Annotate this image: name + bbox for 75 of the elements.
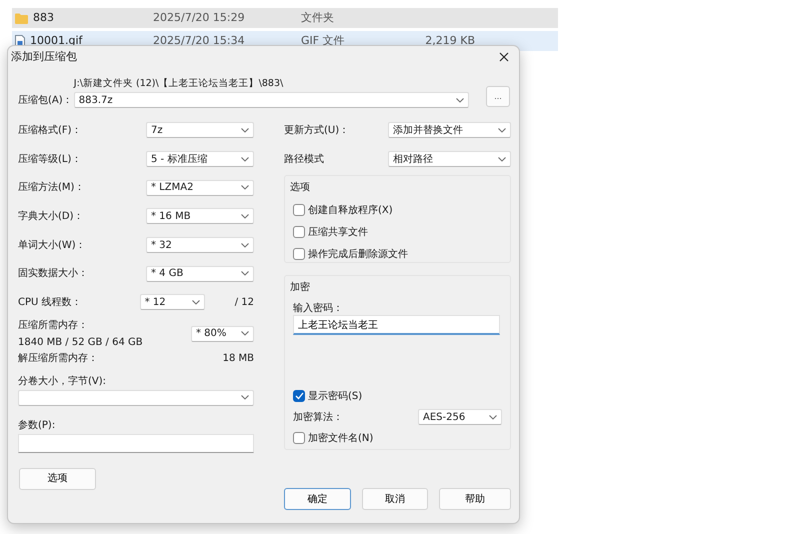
checkbox-label: 显示密码(S) (308, 390, 362, 404)
field-label: 固实数据大小： (18, 266, 88, 282)
chevron-down-icon (192, 300, 200, 305)
chevron-down-icon (241, 242, 249, 248)
dropdown[interactable]: 相对路径 (388, 151, 511, 168)
options-button[interactable]: 选项 (19, 468, 96, 490)
folder-icon (15, 12, 28, 24)
group-title: 加密 (290, 280, 311, 296)
dropdown[interactable]: * LZMA2 (146, 180, 254, 196)
memory-info: 1840 MB / 52 GB / 64 GB (18, 336, 143, 350)
field-label: 参数(P): (18, 420, 56, 431)
chevron-down-icon (456, 98, 464, 102)
dropdown[interactable]: 7z (146, 122, 254, 138)
thread-max: / 12 (234, 296, 254, 310)
file-size: 2,219 KB (425, 34, 475, 47)
chevron-down-icon (241, 185, 249, 190)
dropdown[interactable]: * 32 (146, 237, 254, 254)
checkbox-label: 压缩共享文件 (308, 226, 368, 240)
field-label: 压缩格式(F)： (18, 124, 82, 138)
dropdown[interactable]: 添加并替换文件 (388, 122, 511, 138)
checkbox[interactable] (293, 390, 305, 402)
file-type: GIF 文件 (301, 34, 345, 47)
chevron-down-icon (241, 214, 249, 219)
field-label: CPU 线程数： (18, 296, 82, 310)
field-label: 压缩等级(L)： (18, 152, 82, 167)
dialog-button[interactable]: 取消 (362, 488, 428, 510)
dropdown[interactable]: 883.7z (74, 92, 470, 108)
file-row[interactable]: 883 2025/7/20 15:29 文件夹 (12, 8, 558, 28)
file-name: 883 (33, 10, 54, 26)
field-label: 压缩包(A)： (18, 95, 73, 106)
chevron-down-icon (498, 156, 506, 162)
path-text: J:\新建文件夹 (12)\【上老王论坛当老王】\883\ (74, 77, 284, 91)
chevron-down-icon (241, 128, 249, 133)
dialog-button[interactable]: 帮助 (439, 488, 511, 510)
dialog-button[interactable]: 确定 (284, 488, 351, 510)
chevron-down-icon (241, 156, 249, 162)
chevron-down-icon (241, 271, 249, 276)
memory-value: 18 MB (222, 352, 254, 366)
dropdown[interactable] (18, 390, 254, 406)
chevron-down-icon (241, 331, 249, 336)
dropdown[interactable]: * 80% (191, 326, 254, 342)
group-title: 选项 (290, 180, 311, 196)
parameters-field[interactable] (18, 434, 254, 453)
checkbox[interactable] (293, 432, 305, 444)
checkbox[interactable] (293, 226, 305, 238)
dropdown[interactable]: * 12 (140, 294, 205, 310)
field-label: 单词大小(W)： (18, 238, 86, 253)
checkbox[interactable] (293, 204, 305, 216)
dropdown[interactable]: * 16 MB (146, 208, 254, 224)
window-title: 添加到压缩包 (11, 48, 77, 65)
field-label: 更新方式(U)： (284, 124, 350, 138)
field-label: 字典大小(D)： (18, 210, 84, 224)
field-label: 加密算法： (293, 410, 343, 425)
field-label: 输入密码： (293, 303, 343, 314)
file-type: 文件夹 (301, 10, 334, 24)
file-date: 2025/7/20 15:34 (153, 34, 245, 47)
dropdown[interactable]: AES-256 (418, 409, 502, 426)
checkbox-label: 创建自释放程序(X) (308, 204, 393, 218)
field-label: 压缩所需内存： (18, 318, 89, 333)
chevron-down-icon (498, 128, 506, 133)
checkbox[interactable] (293, 248, 305, 260)
chevron-down-icon (489, 414, 497, 420)
dropdown[interactable]: 5 - 标准压缩 (146, 151, 254, 168)
file-name: 10001.gif (30, 32, 82, 49)
checkbox-label: 加密文件名(N) (308, 432, 374, 446)
chevron-down-icon (241, 395, 249, 400)
browse-button[interactable]: ... (486, 86, 510, 107)
file-date: 2025/7/20 15:29 (153, 10, 245, 24)
password-field[interactable]: 上老王论坛当老王 (293, 315, 500, 336)
dropdown[interactable]: * 4 GB (146, 266, 254, 282)
checkbox-label: 操作完成后删除源文件 (308, 248, 408, 262)
field-label: 分卷大小，字节(V): (18, 376, 106, 387)
field-label: 解压缩所需内存： (18, 352, 98, 366)
field-label: 压缩方法(M)： (18, 180, 84, 196)
field-label: 路径模式 (284, 152, 324, 167)
